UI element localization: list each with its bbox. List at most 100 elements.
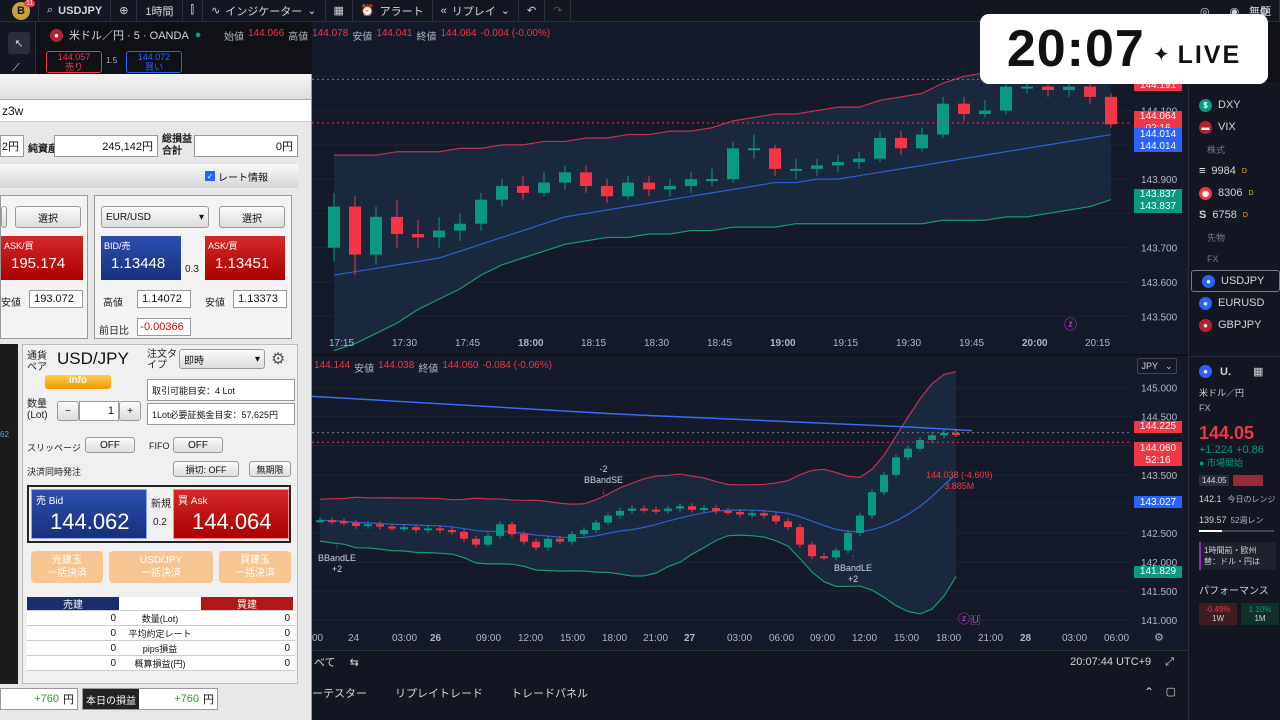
secondary-chart[interactable]: 141.000141.500142.000142.500143.500144.0… <box>312 356 1188 650</box>
interval-button[interactable]: 1時間 <box>137 0 183 22</box>
candle-body <box>388 526 396 529</box>
candle-body <box>880 474 888 493</box>
detail-price: 144.05 <box>1199 423 1255 443</box>
ask-chip[interactable] <box>1233 475 1264 486</box>
ask-tile-eurusd[interactable]: ASK/買 1.13451 <box>205 236 285 280</box>
candle-body <box>538 182 550 193</box>
rate-info-checkbox[interactable]: ✓ <box>205 171 215 181</box>
pair-select-eurusd[interactable]: EUR/USD ▾ <box>101 206 209 228</box>
measure-label: 144.038 (-4.609) 3.885M <box>926 470 993 491</box>
maximize-icon[interactable]: ▢ <box>1166 685 1176 698</box>
perf-1m[interactable]: 1.10% 1M <box>1241 603 1279 625</box>
close-sell-button[interactable]: 売建玉 一括決済 <box>31 551 103 583</box>
select-button-eurusd[interactable]: 選択 <box>219 206 285 228</box>
info-button[interactable]: info <box>45 375 111 389</box>
log-scale-icon[interactable]: ⤢ <box>1165 656 1174 669</box>
candle-body <box>520 534 528 542</box>
section-stocks[interactable]: 株式 <box>1189 138 1280 160</box>
close-pair-button[interactable]: USD/JPY 一括決済 <box>109 551 213 583</box>
cursor-tool[interactable]: ↖ <box>8 32 30 54</box>
qty-minus-button[interactable]: − <box>57 401 79 421</box>
watch-item-eurusd[interactable]: ● EURUSD <box>1189 292 1280 314</box>
left-balance: 2円 <box>0 135 24 157</box>
x-tick-label: 24 <box>348 633 360 644</box>
price-axis-label: 144.014 <box>1134 140 1182 153</box>
watch-item-6758[interactable]: S 6758 D <box>1189 204 1280 226</box>
symbol-search[interactable]: ⌕ USDJPY <box>39 0 112 22</box>
candle-body <box>853 158 865 162</box>
news-notice[interactable]: 1時間前・欧州 替：ドル・円は <box>1199 542 1276 570</box>
secondary-chart-canvas[interactable]: 141.000141.500142.000142.500143.500144.0… <box>312 356 1188 650</box>
candle-body <box>1105 96 1117 125</box>
buy-ask-button[interactable]: 買 Ask 144.064 <box>173 489 289 539</box>
gear-icon[interactable]: ⚙ <box>271 349 285 369</box>
lightning-icon[interactable]: ⓩ <box>1064 314 1077 333</box>
candle-body <box>700 507 708 510</box>
currency-select[interactable]: JPY ⌄ <box>1137 358 1177 374</box>
fifo-toggle[interactable]: OFF <box>173 437 223 453</box>
watch-item-gbpjpy[interactable]: ● GBPJPY <box>1189 314 1280 336</box>
x-tick-label: 21:00 <box>978 633 1003 644</box>
grid-icon[interactable]: ▦ <box>1253 365 1263 378</box>
collapse-icon[interactable]: ⌃ <box>1144 685 1154 699</box>
range-all[interactable]: べて <box>314 654 336 670</box>
tab-strategy-tester[interactable]: ーテスター <box>312 685 367 701</box>
tab-trade-panel[interactable]: トレードパネル <box>511 685 588 701</box>
pair-select-left[interactable] <box>1 206 7 228</box>
alert-button[interactable]: ⏰ アラート <box>353 0 433 22</box>
x-tick-label: 20:00 <box>1022 338 1048 349</box>
stoploss-toggle[interactable]: 損切: OFF <box>173 461 239 477</box>
rewind-icon: « <box>440 4 447 17</box>
bid-tile-eurusd[interactable]: BID/売 1.13448 <box>101 236 181 280</box>
rate-board-eurusd: EUR/USD ▾ 選択 BID/売 1.13448 0.3 ASK/買 1.13… <box>94 195 292 339</box>
undo-button[interactable]: ↶ <box>519 0 546 22</box>
layout-button[interactable]: ▦ <box>326 0 353 22</box>
candle-body <box>856 515 864 533</box>
qty-input[interactable]: 1 <box>79 401 119 421</box>
watch-item-usdjpy[interactable]: ● USDJPY <box>1191 270 1280 292</box>
date-range-icon[interactable]: ⇆ <box>350 656 359 669</box>
detail-flag-icon: ● <box>1199 365 1212 378</box>
select-button-left[interactable]: 選択 <box>15 206 81 228</box>
candle-body <box>895 138 907 149</box>
add-symbol-button[interactable]: ⊕ <box>111 0 138 22</box>
qty-plus-button[interactable]: + <box>119 401 141 421</box>
candle-body <box>772 515 780 522</box>
price-axis-label: 144.014 <box>1134 128 1182 141</box>
chart-type-button[interactable]: ⫿ <box>183 0 204 22</box>
sell-quick-button[interactable]: 144.057 売り <box>46 51 102 73</box>
watch-item-vix[interactable]: ▬ VIX <box>1189 116 1280 138</box>
ask-tile-left[interactable]: ASK/買 195.174 <box>1 236 83 280</box>
y-tick-label: 141.500 <box>1141 587 1178 598</box>
y-tick-label: 143.900 <box>1141 175 1178 186</box>
settings-gear-icon[interactable]: ⚙ <box>1154 631 1164 644</box>
order-type-select[interactable]: 即時 ▾ <box>179 349 265 369</box>
event-icons[interactable]: ⓩ🇺 <box>958 610 981 627</box>
sell-bid-button[interactable]: 売 Bid 144.062 <box>31 489 147 539</box>
buy-quick-button[interactable]: 144.072 買い <box>126 51 182 73</box>
indicators-button[interactable]: ∿ インジケーター ⌄ <box>203 0 326 22</box>
close-buy-button[interactable]: 買建玉 一括決済 <box>219 551 291 583</box>
list-icon: ≡ <box>1199 165 1206 177</box>
perf-1w[interactable]: -0.49% 1W <box>1199 603 1237 625</box>
candle-body <box>484 535 492 545</box>
redo-button[interactable]: ↷ <box>545 0 572 22</box>
candle-body <box>796 527 804 545</box>
table-row: 0 数量(Lot) 0 <box>27 611 295 626</box>
tab-replay-trade[interactable]: リプレイトレード <box>395 685 483 701</box>
section-fx[interactable]: FX <box>1189 248 1280 270</box>
watch-item-dxy[interactable]: $ DXY <box>1189 94 1280 116</box>
slippage-toggle[interactable]: OFF <box>85 437 135 453</box>
candle-body <box>472 538 480 545</box>
section-futures[interactable]: 先物 <box>1189 226 1280 248</box>
candle-body <box>412 234 424 238</box>
expiry-toggle[interactable]: 無期限 <box>249 461 291 477</box>
candle-body <box>556 538 564 542</box>
replay-button[interactable]: «リプレイ ⌄ <box>433 0 519 22</box>
price-axis-label: 144.225 <box>1134 420 1182 433</box>
watch-item-9984[interactable]: ≡ 9984 D <box>1189 160 1280 182</box>
bottom-panel: べて ⇆ 20:07:44 UTC+9 ⤢ ーテスター リプレイトレード トレー… <box>312 650 1188 720</box>
bottom-tabs: ーテスター リプレイトレード トレードパネル <box>312 685 1188 701</box>
watch-item-8306[interactable]: ◉ 8306 D <box>1189 182 1280 204</box>
bid-chip[interactable]: 144.05 <box>1199 475 1230 486</box>
